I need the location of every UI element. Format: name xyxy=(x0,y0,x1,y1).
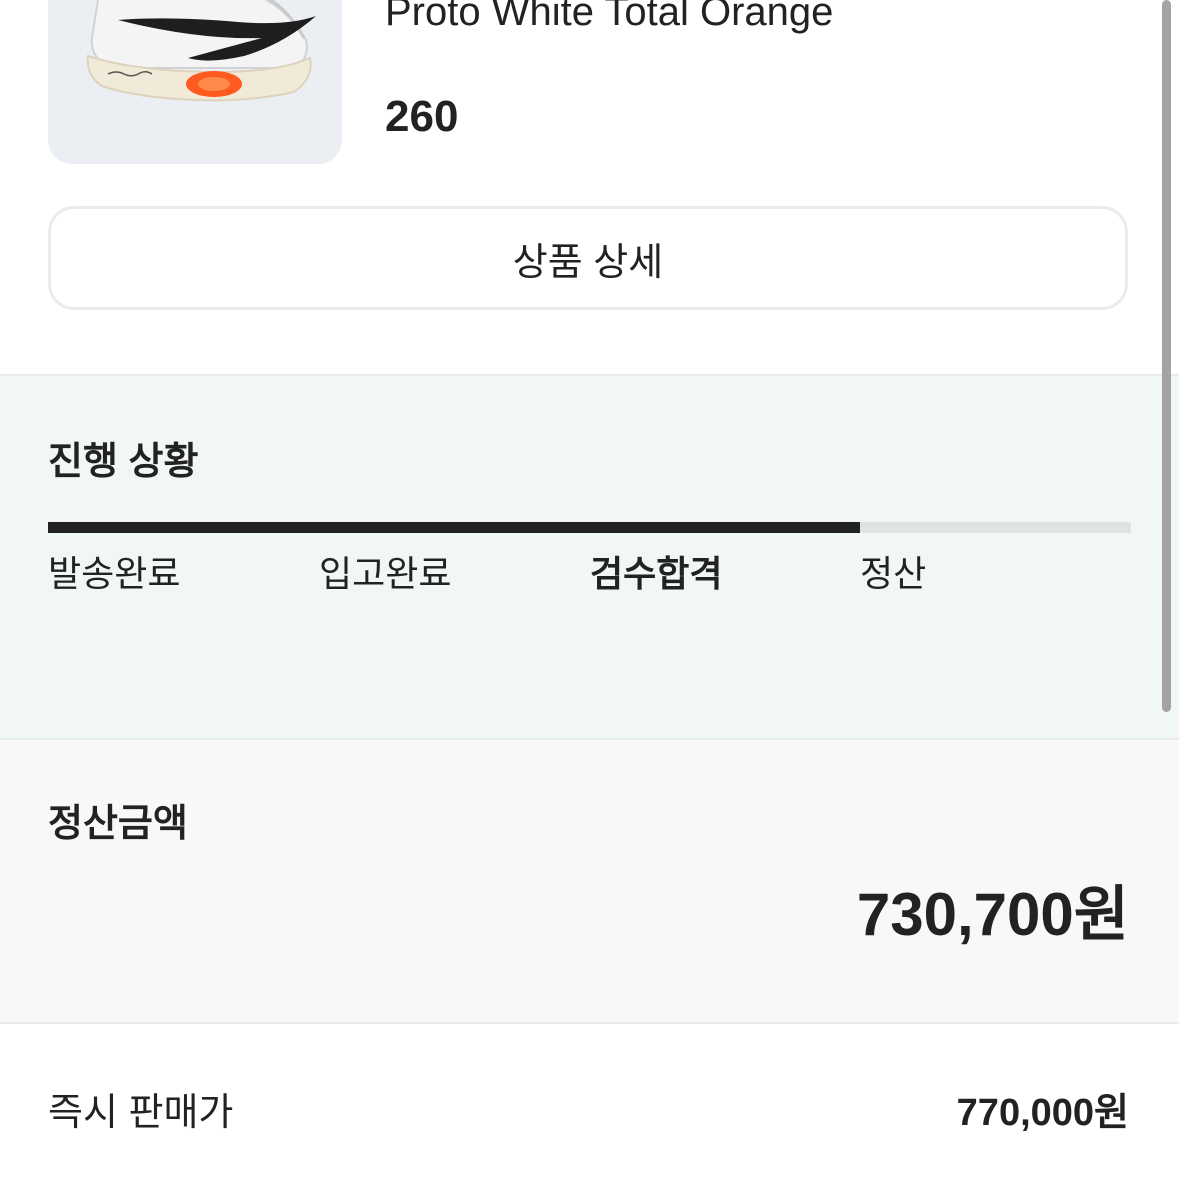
step-settlement: 정산 xyxy=(860,553,927,594)
product-name: Proto White Total Orange xyxy=(385,0,834,34)
settlement-amount: 730,700원 xyxy=(856,881,1129,948)
product-detail-button[interactable]: 상품 상세 xyxy=(48,206,1128,310)
scrollbar[interactable] xyxy=(1162,0,1171,712)
product-thumbnail[interactable] xyxy=(48,0,342,164)
step-shipped: 발송완료 xyxy=(48,553,181,594)
price-value: 770,000원 xyxy=(956,1091,1129,1134)
product-size: 260 xyxy=(385,92,459,141)
price-label: 즉시 판매가 xyxy=(48,1091,234,1134)
settlement-section: 정산금액 730,700원 xyxy=(0,740,1179,1024)
progress-title: 진행 상황 xyxy=(48,441,199,483)
progress-section: 진행 상황 발송완료 입고완료 검수합격 정산 xyxy=(0,374,1179,740)
price-row-instant-sale: 즉시 판매가 770,000원 xyxy=(48,1078,1129,1138)
settlement-title: 정산금액 xyxy=(48,803,188,845)
step-inspection-passed: 검수합격 xyxy=(590,553,723,594)
product-header: Proto White Total Orange 260 상품 상세 xyxy=(0,0,1179,376)
sneaker-image xyxy=(86,0,316,102)
progress-bar-fill xyxy=(48,522,861,533)
step-received: 입고완료 xyxy=(319,553,452,594)
progress-bar xyxy=(48,522,1131,533)
sale-detail-page: Proto White Total Orange 260 상품 상세 진행 상황… xyxy=(0,0,1179,1180)
